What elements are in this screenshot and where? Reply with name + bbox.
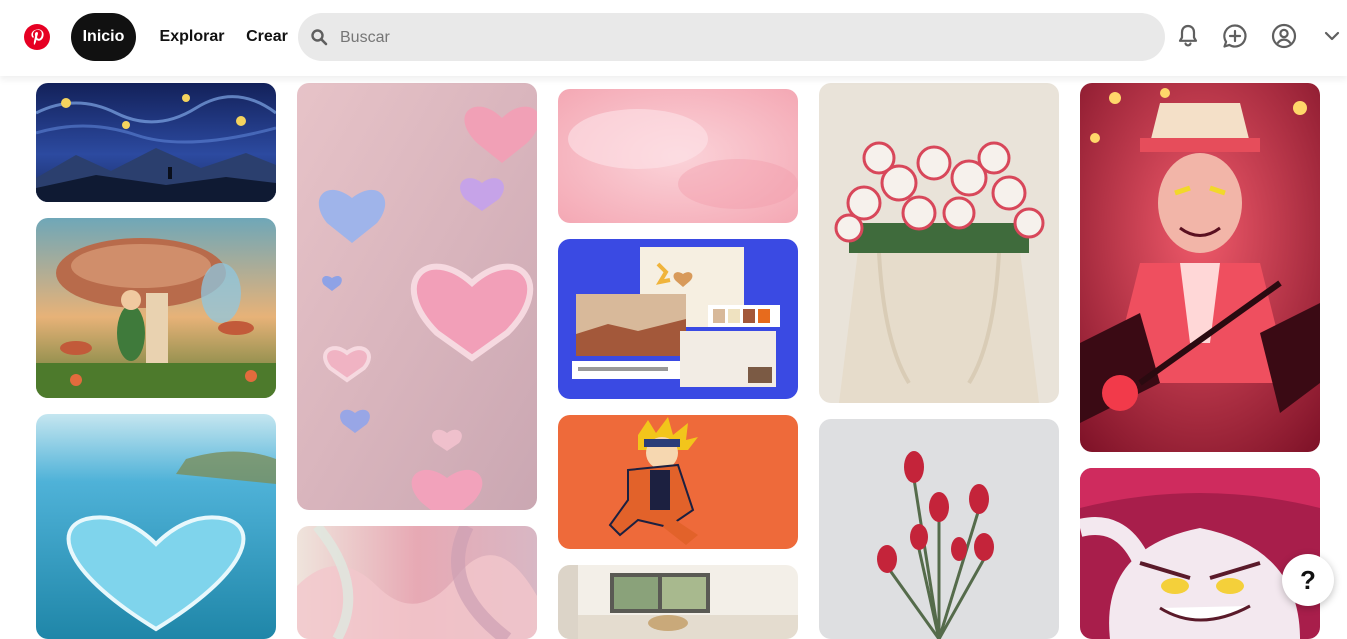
search-icon [310, 28, 328, 46]
nav-explore-link[interactable]: Explorar [150, 13, 234, 61]
pin-water-heart[interactable] [36, 414, 276, 639]
pin-roses-tote[interactable] [819, 83, 1059, 403]
nav-create-link[interactable]: Crear [240, 13, 294, 61]
pin-red-demon[interactable] [1080, 83, 1320, 452]
pin-red-tulips[interactable] [819, 419, 1059, 639]
top-header: Inicio Explorar Crear [0, 0, 1347, 76]
pin-pink-watercolor[interactable] [558, 89, 798, 223]
pin-naruto[interactable] [558, 415, 798, 549]
search-input[interactable] [338, 13, 1142, 63]
pin-interior-room[interactable] [558, 565, 798, 639]
pin-pink-hearts[interactable] [297, 83, 537, 510]
chevron-down-icon[interactable] [1320, 21, 1344, 51]
pin-starry-night[interactable] [36, 83, 276, 202]
search-bar[interactable] [298, 13, 1165, 63]
pin-grinning-character[interactable] [1080, 468, 1320, 639]
profile-icon[interactable] [1269, 21, 1299, 51]
message-icon[interactable] [1220, 21, 1250, 51]
pin-fairy-mushroom[interactable] [36, 218, 276, 398]
pinterest-logo-icon[interactable] [24, 24, 50, 50]
pin-pink-fluid[interactable] [297, 526, 537, 639]
help-button[interactable]: ? [1282, 554, 1334, 606]
bell-icon[interactable] [1173, 21, 1203, 51]
nav-home-button[interactable]: Inicio [71, 13, 136, 61]
pin-template-mockup[interactable] [558, 239, 798, 399]
